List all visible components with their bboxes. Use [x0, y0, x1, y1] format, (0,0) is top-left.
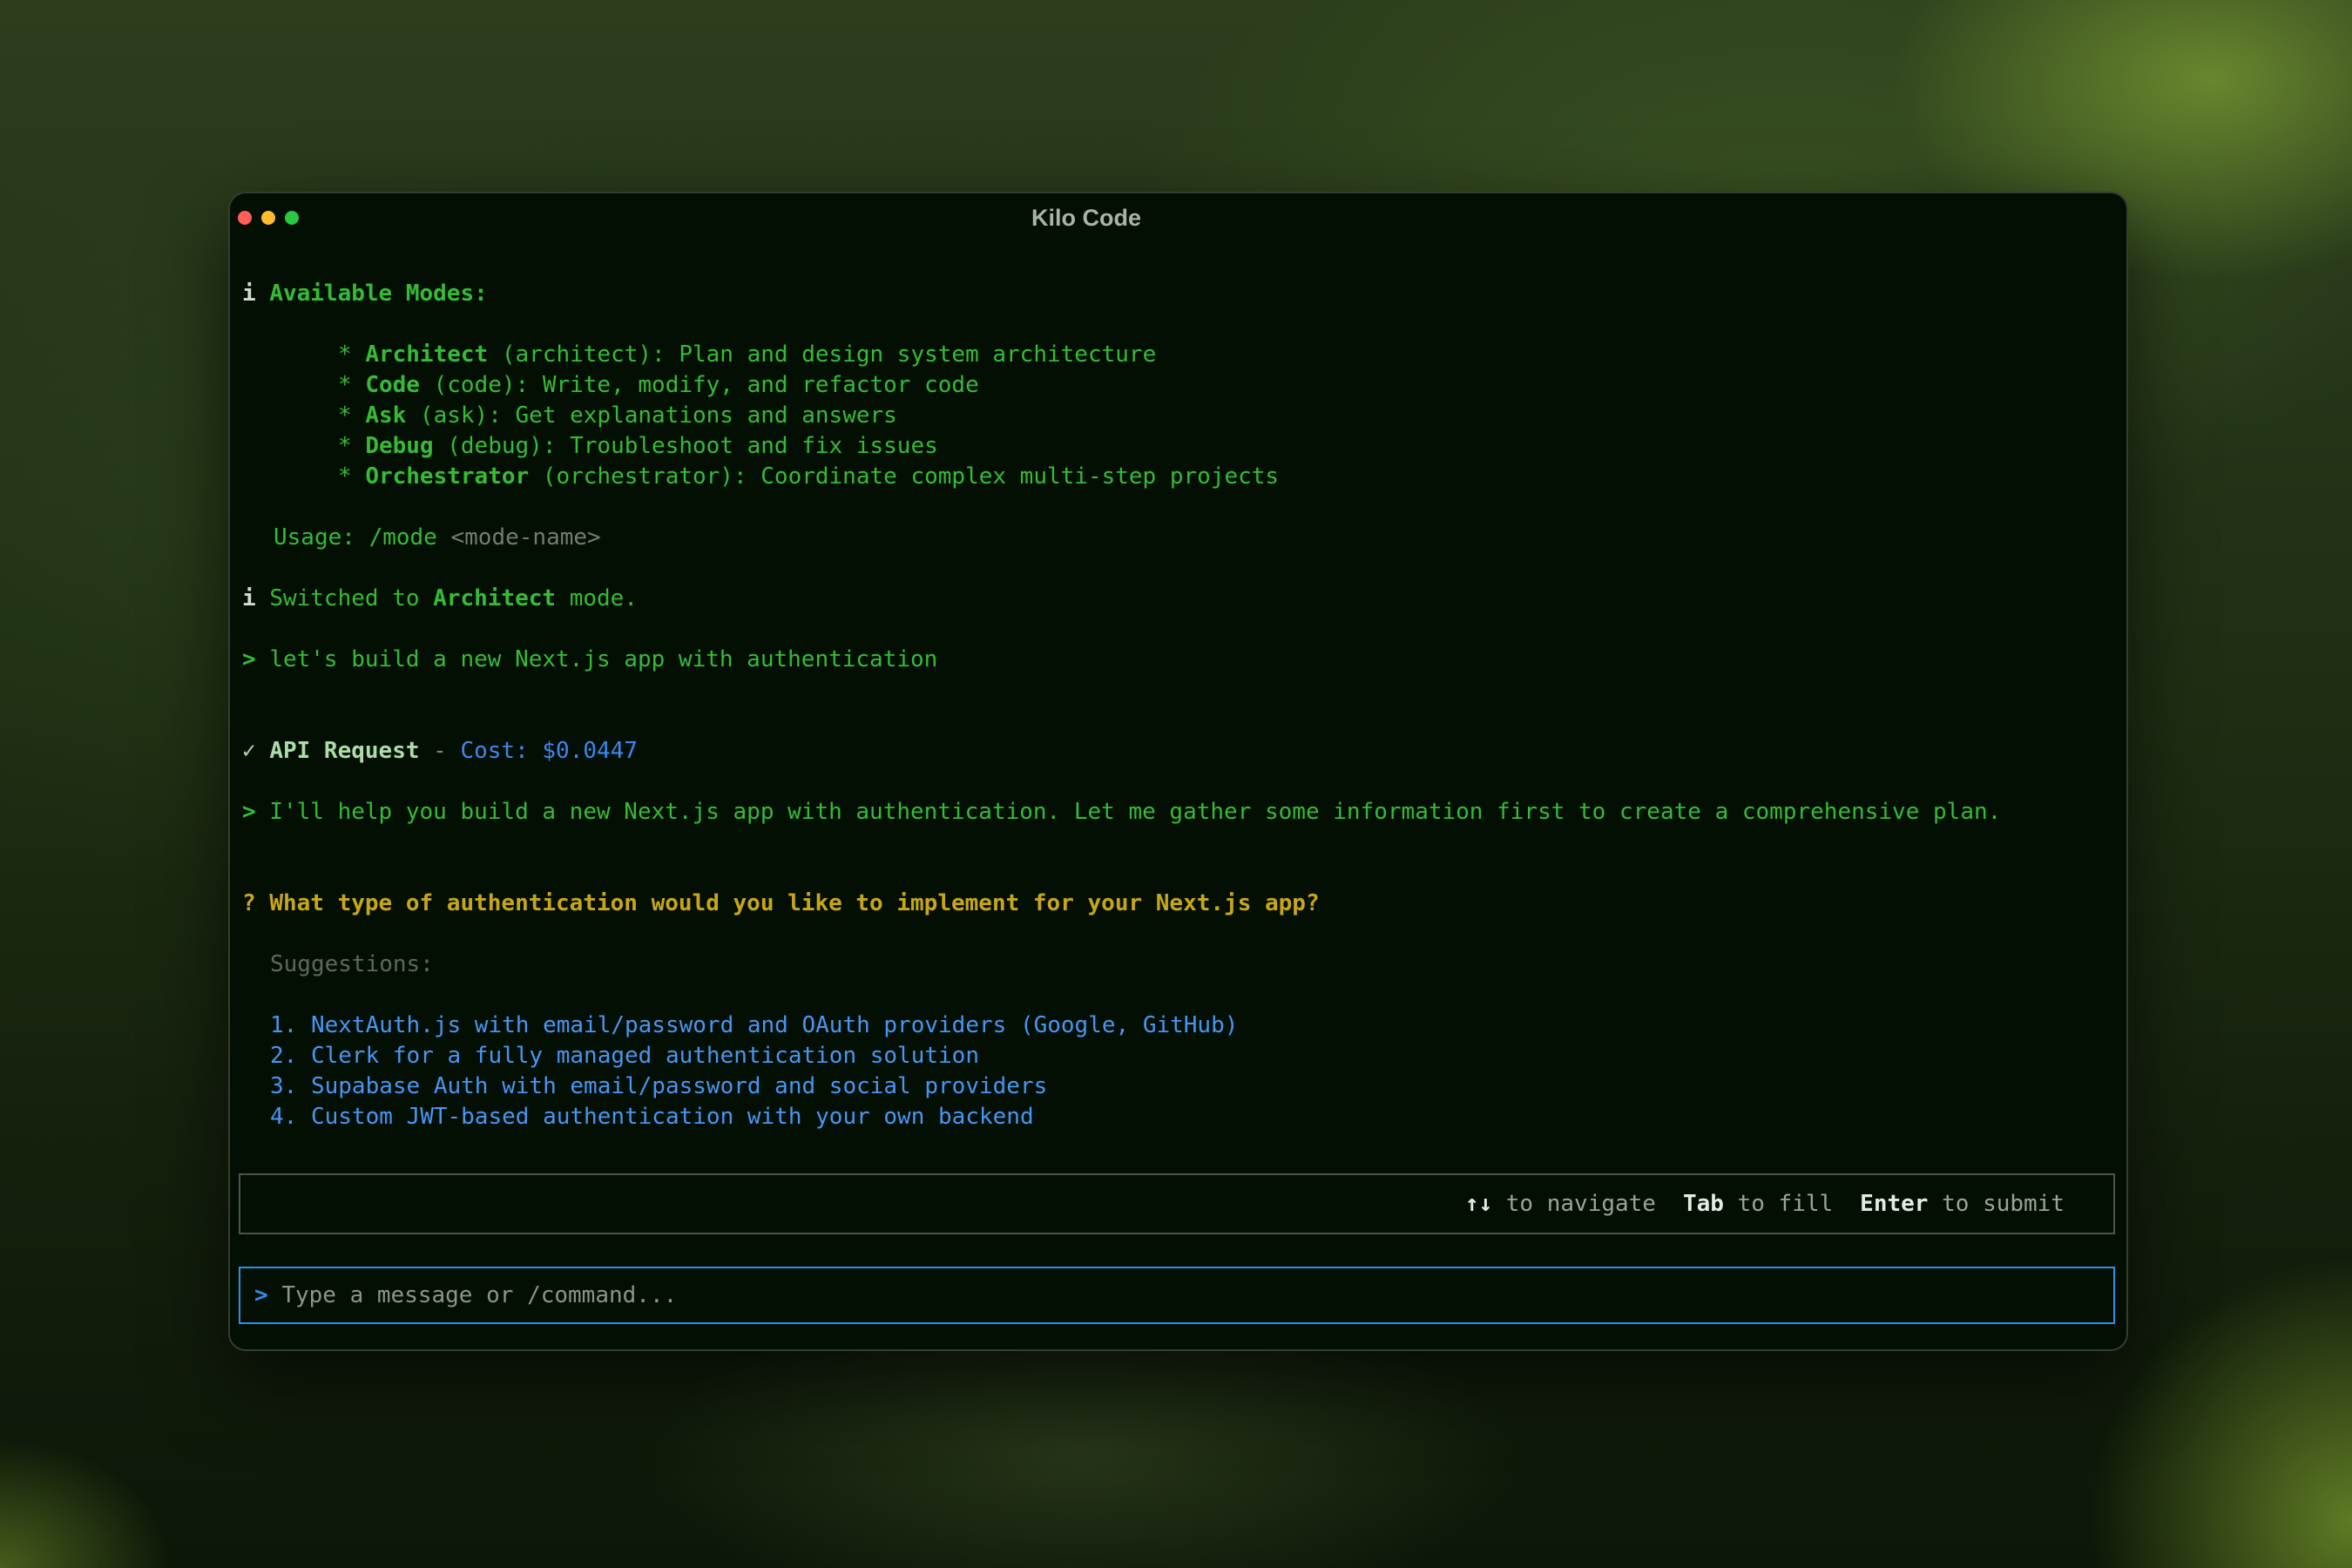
suggestion-item-1[interactable]: 1. NextAuth.js with email/password and O…: [242, 1010, 2114, 1041]
suggestion-item-4[interactable]: 4. Custom JWT-based authentication with …: [242, 1102, 2114, 1132]
hint-action: to navigate: [1492, 1191, 1656, 1217]
api-cost: Cost: $0.0447: [460, 738, 638, 764]
mode-item-ask: * Ask (ask): Get explanations and answer…: [242, 401, 2114, 431]
enter-key-label: Enter: [1860, 1191, 1928, 1217]
switch-suffix: mode.: [556, 585, 638, 612]
suggestion-item-3[interactable]: 3. Supabase Auth with email/password and…: [242, 1071, 2114, 1102]
user-message-text: let's build a new Next.js app with authe…: [269, 646, 937, 672]
mode-item-debug: * Debug (debug): Troubleshoot and fix is…: [242, 431, 2114, 462]
mode-description: (ask): Get explanations and answers: [406, 402, 897, 429]
info-icon: i: [242, 585, 269, 612]
api-request-line: ✓ API Request - Cost: $0.0447: [242, 736, 2114, 767]
mode-switch-line: i Switched to Architect mode.: [242, 584, 2114, 614]
question-text: What type of authentication would you li…: [269, 890, 1319, 916]
api-request-label: API Request: [269, 738, 419, 764]
tab-key-label: Tab: [1683, 1191, 1724, 1217]
suggestion-item-2[interactable]: 2. Clerk for a fully managed authenticat…: [242, 1041, 2114, 1071]
question-line: ? What type of authentication would you …: [242, 889, 2114, 919]
zoom-button-icon[interactable]: [285, 211, 299, 225]
usage-line: Usage: /mode <mode-name>: [242, 523, 2114, 553]
bullet: *: [338, 372, 365, 398]
hint-action: to fill: [1724, 1191, 1833, 1217]
suggestion-number: 4.: [270, 1104, 311, 1130]
bullet: *: [338, 463, 365, 490]
mode-name: Orchestrator: [365, 463, 529, 490]
message-input-box[interactable]: >: [239, 1267, 2115, 1324]
mode-name: Code: [365, 372, 420, 398]
mode-name: Ask: [365, 402, 406, 429]
suggestion-text: Clerk for a fully managed authentication…: [311, 1043, 979, 1069]
prompt-caret: >: [242, 799, 269, 825]
mode-name: Architect: [365, 341, 488, 368]
mode-description: (architect): Plan and design system arch…: [488, 341, 1156, 368]
mode-name: Debug: [365, 433, 433, 459]
arrows-icon: ↑↓: [1465, 1191, 1492, 1217]
close-button-icon[interactable]: [238, 211, 252, 225]
suggestion-number: 1.: [270, 1012, 311, 1038]
suggestion-text: Custom JWT-based authentication with you…: [311, 1104, 1034, 1130]
suggestion-text: Supabase Auth with email/password and so…: [311, 1073, 1047, 1099]
window-title: Kilo Code: [1031, 205, 1141, 232]
title-bar: Kilo Code: [230, 193, 2126, 242]
mode-description: (orchestrator): Coordinate complex multi…: [529, 463, 1279, 490]
traffic-lights: [238, 211, 299, 225]
modes-header-text: Available Modes:: [269, 280, 487, 307]
suggestion-number: 3.: [270, 1073, 311, 1099]
assistant-message-line: > I'll help you build a new Next.js app …: [242, 797, 2114, 828]
prompt-caret: >: [242, 646, 269, 672]
check-icon: ✓: [242, 738, 269, 764]
bullet: *: [338, 402, 365, 429]
input-prompt-caret: >: [254, 1282, 281, 1308]
user-message-line: > let's build a new Next.js app with aut…: [242, 645, 2114, 675]
mode-description: (debug): Troubleshoot and fix issues: [434, 433, 938, 459]
assistant-message-text: I'll help you build a new Next.js app wi…: [269, 799, 2001, 825]
minimize-button-icon[interactable]: [261, 211, 275, 225]
message-input[interactable]: [281, 1282, 2099, 1308]
usage-argument: <mode-name>: [451, 524, 601, 551]
suggestions-label: Suggestions:: [242, 950, 2114, 980]
mode-item-orchestrator: * Orchestrator (orchestrator): Coordinat…: [242, 462, 2114, 492]
mode-description: (code): Write, modify, and refactor code: [420, 372, 979, 398]
hint-action: to submit: [1928, 1191, 2065, 1217]
switch-mode-name: Architect: [433, 585, 556, 612]
switch-prefix: Switched to: [269, 585, 433, 612]
bullet: *: [338, 433, 365, 459]
mode-item-architect: * Architect (architect): Plan and design…: [242, 340, 2114, 370]
available-modes-header: i Available Modes:: [242, 279, 2114, 309]
mode-item-code: * Code (code): Write, modify, and refact…: [242, 370, 2114, 401]
info-icon: i: [242, 280, 269, 307]
suggestion-number: 2.: [270, 1043, 311, 1069]
usage-label: Usage: /mode: [274, 524, 451, 551]
suggestion-text: NextAuth.js with email/password and OAut…: [311, 1012, 1238, 1038]
bullet: *: [338, 341, 365, 368]
separator: -: [420, 738, 461, 764]
terminal-output: i Available Modes: * Architect (architec…: [242, 279, 2114, 1132]
keyboard-hints-bar: ↑↓ to navigate Tab to fill Enter to subm…: [239, 1173, 2115, 1234]
terminal-window: Kilo Code i Available Modes: * Architect…: [228, 192, 2128, 1351]
question-mark-icon: ?: [242, 890, 269, 916]
